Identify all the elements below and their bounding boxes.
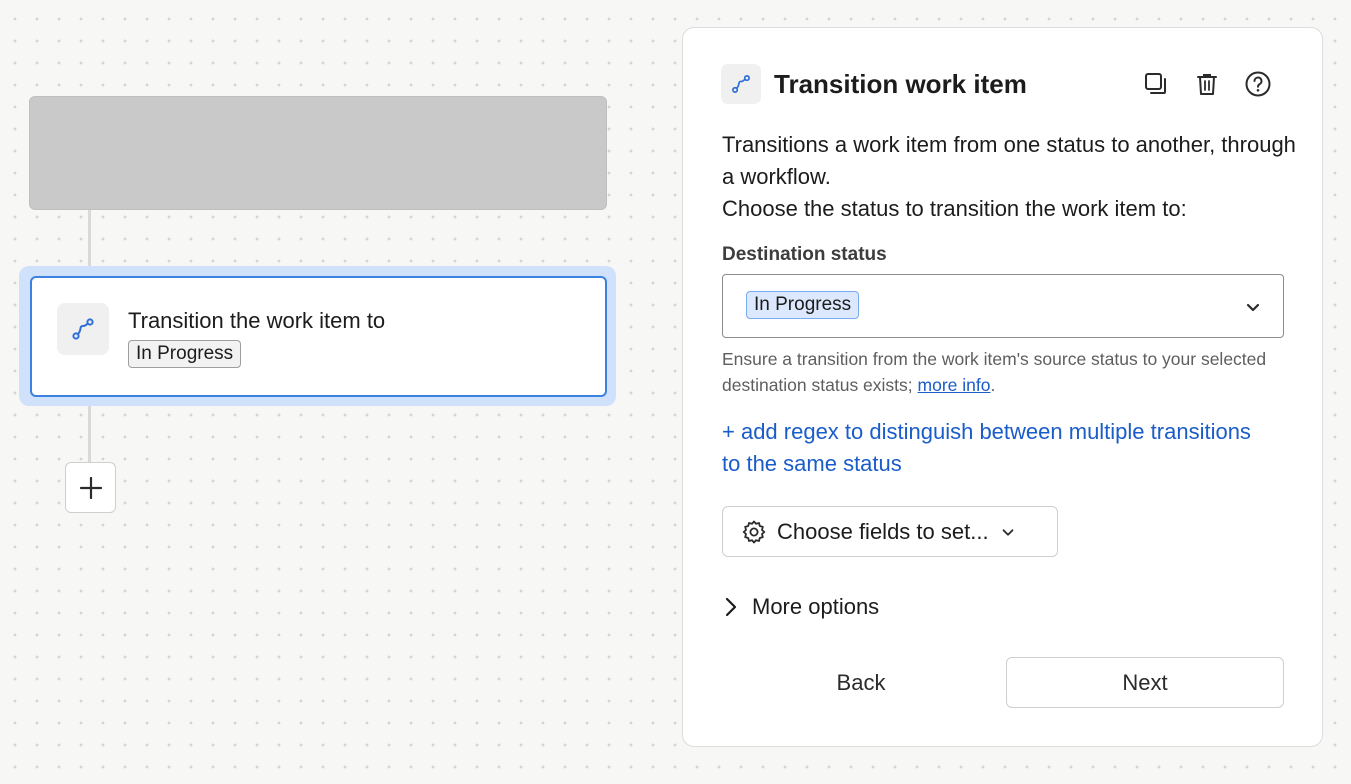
connector-line-bottom (88, 405, 91, 463)
duplicate-button[interactable] (1138, 66, 1174, 102)
more-info-link[interactable]: more info (918, 375, 991, 395)
connector-line-top (88, 210, 91, 268)
selected-status-lozenge: In Progress (746, 291, 860, 319)
chevron-down-icon (1246, 303, 1260, 312)
choose-fields-button[interactable]: Choose fields to set... (722, 506, 1058, 557)
destination-status-label: Destination status (722, 244, 887, 265)
description-line-1: Transitions a work item from one status … (722, 132, 1296, 189)
gear-icon (742, 520, 766, 543)
transition-path-icon (721, 64, 761, 104)
node-status-lozenge: In Progress (128, 340, 242, 368)
plus-icon (79, 476, 102, 499)
node-title: Transition the work item to (128, 308, 386, 333)
help-button[interactable] (1240, 66, 1276, 102)
rule-config-panel: Transition work item Transitions a work … (682, 27, 1323, 747)
description-line-2: Choose the status to transition the work… (722, 196, 1187, 221)
help-icon (1245, 71, 1271, 97)
panel-description: Transitions a work item from one status … (722, 129, 1302, 225)
helper-suffix: . (990, 375, 996, 395)
next-button[interactable]: Next (1006, 657, 1284, 708)
more-options-toggle[interactable]: More options (722, 594, 879, 620)
transition-node-card[interactable]: Transition the work item to In Progress (30, 276, 607, 397)
more-options-label: More options (752, 594, 880, 619)
delete-button[interactable] (1189, 66, 1225, 102)
choose-fields-label: Choose fields to set... (777, 518, 989, 544)
add-regex-link[interactable]: + add regex to distinguish between multi… (722, 416, 1262, 480)
panel-title: Transition work item (774, 69, 1027, 99)
trigger-placeholder-card[interactable] (29, 96, 607, 210)
transition-path-icon (57, 303, 109, 355)
destination-helper-text: Ensure a transition from the work item's… (722, 346, 1302, 398)
destination-status-select[interactable]: In Progress (722, 274, 1284, 338)
trash-icon (1197, 74, 1217, 95)
back-button[interactable]: Back (755, 657, 967, 708)
chevron-down-icon (1002, 528, 1013, 536)
add-step-button[interactable] (65, 462, 116, 513)
chevron-right-icon (725, 597, 737, 617)
duplicate-icon (1145, 73, 1166, 94)
